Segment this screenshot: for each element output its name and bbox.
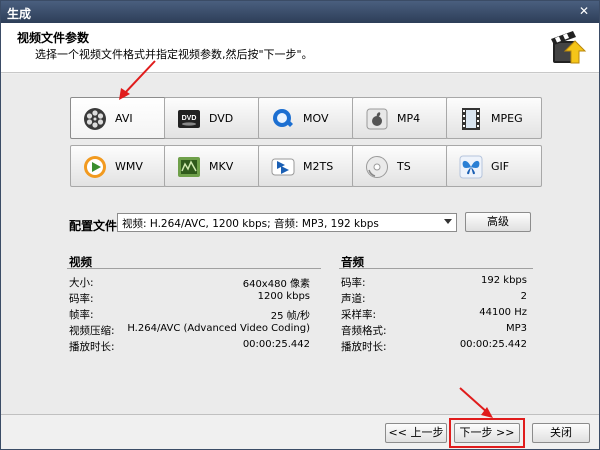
apple-icon bbox=[366, 108, 388, 130]
audio-samplerate-value: 44100 Hz bbox=[479, 307, 527, 318]
film-reel-icon bbox=[84, 108, 106, 130]
chevron-down-icon bbox=[444, 219, 452, 224]
audio-channels-label: 声道: bbox=[341, 293, 366, 305]
quicktime-icon bbox=[273, 109, 293, 127]
page-title: 视频文件参数 bbox=[17, 31, 90, 45]
butterfly-icon bbox=[459, 155, 483, 179]
format-button-m2ts[interactable]: M2TS bbox=[258, 145, 354, 187]
format-label: M2TS bbox=[303, 160, 334, 173]
generate-dialog: 生成 ✕ 视频文件参数 选择一个视频文件格式并指定视频参数,然后按"下一步"。 … bbox=[0, 0, 600, 450]
format-button-ts[interactable]: TS bbox=[352, 145, 448, 187]
profile-label: 配置文件 bbox=[69, 219, 118, 233]
close-button[interactable]: 关闭 bbox=[532, 423, 590, 443]
audio-duration-label: 播放时长: bbox=[341, 341, 387, 353]
video-divider bbox=[67, 268, 321, 269]
format-button-mp4[interactable]: MP4 bbox=[352, 97, 448, 139]
svg-text:DVD: DVD bbox=[182, 115, 197, 122]
header: 视频文件参数 选择一个视频文件格式并指定视频参数,然后按"下一步"。 bbox=[1, 23, 599, 73]
audio-bitrate-value: 192 kbps bbox=[481, 275, 527, 286]
video-size-value: 640x480 像素 bbox=[242, 279, 310, 290]
audio-channels-value: 2 bbox=[520, 291, 527, 302]
profile-value: 视频: H.264/AVC, 1200 kbps; 音频: MP3, 192 k… bbox=[122, 218, 379, 230]
format-label: GIF bbox=[491, 160, 510, 173]
format-label: TS bbox=[397, 160, 411, 173]
title-bar: 生成 ✕ bbox=[1, 1, 599, 23]
format-button-wmv[interactable]: WMV bbox=[70, 145, 166, 187]
video-duration-value: 00:00:25.442 bbox=[242, 339, 310, 350]
mkv-icon bbox=[178, 157, 200, 177]
page-subtitle: 选择一个视频文件格式并指定视频参数,然后按"下一步"。 bbox=[35, 48, 313, 61]
arrow-annotation-icon bbox=[459, 387, 493, 418]
format-label: DVD bbox=[209, 112, 234, 125]
video-bitrate-label: 码率: bbox=[69, 293, 94, 305]
close-icon[interactable]: ✕ bbox=[577, 4, 591, 18]
windows-media-icon bbox=[84, 156, 106, 178]
format-label: MP4 bbox=[397, 112, 421, 125]
footer-divider bbox=[1, 414, 599, 415]
video-framerate-label: 帧率: bbox=[69, 309, 94, 321]
format-button-gif[interactable]: GIF bbox=[446, 145, 542, 187]
format-label: WMV bbox=[115, 160, 143, 173]
format-label: MPEG bbox=[491, 112, 523, 125]
format-button-mov[interactable]: MOV bbox=[258, 97, 354, 139]
audio-samplerate-label: 采样率: bbox=[341, 309, 377, 321]
format-button-mkv[interactable]: MKV bbox=[164, 145, 260, 187]
format-label: MKV bbox=[209, 160, 234, 173]
film-strip-icon bbox=[462, 108, 480, 130]
format-label: MOV bbox=[303, 112, 329, 125]
app-logo-icon bbox=[551, 31, 587, 64]
audio-duration-value: 00:00:25.442 bbox=[459, 339, 527, 350]
format-button-mpeg[interactable]: MPEG bbox=[446, 97, 542, 139]
bluray-icon bbox=[271, 158, 295, 176]
video-duration-label: 播放时长: bbox=[69, 341, 115, 353]
video-size-label: 大小: bbox=[69, 277, 94, 289]
video-codec-label: 视频压缩: bbox=[69, 325, 115, 337]
format-button-dvd[interactable]: DVD DVD bbox=[164, 97, 260, 139]
advanced-button[interactable]: 高级 bbox=[465, 212, 531, 232]
format-label: AVI bbox=[115, 112, 133, 125]
back-button[interactable]: << 上一步 bbox=[385, 423, 447, 443]
dvd-icon: DVD bbox=[178, 110, 200, 128]
window-title: 生成 bbox=[7, 7, 32, 21]
audio-format-label: 音频格式: bbox=[341, 325, 387, 337]
next-button-highlight bbox=[449, 418, 525, 448]
audio-divider bbox=[339, 268, 533, 269]
video-bitrate-value: 1200 kbps bbox=[257, 291, 310, 302]
audio-format-value: MP3 bbox=[505, 323, 527, 334]
video-codec-value: H.264/AVC (Advanced Video Coding) bbox=[127, 323, 310, 334]
video-framerate-value: 25 帧/秒 bbox=[270, 311, 310, 322]
arrow-annotation-icon bbox=[119, 60, 156, 100]
disc-icon bbox=[366, 156, 388, 178]
audio-bitrate-label: 码率: bbox=[341, 277, 366, 289]
profile-select[interactable]: 视频: H.264/AVC, 1200 kbps; 音频: MP3, 192 k… bbox=[117, 213, 457, 232]
content-panel: AVI DVD DVD MOV MP4 MPEG WMV MKV M2TS TS… bbox=[1, 74, 599, 414]
format-button-avi[interactable]: AVI bbox=[70, 97, 166, 139]
